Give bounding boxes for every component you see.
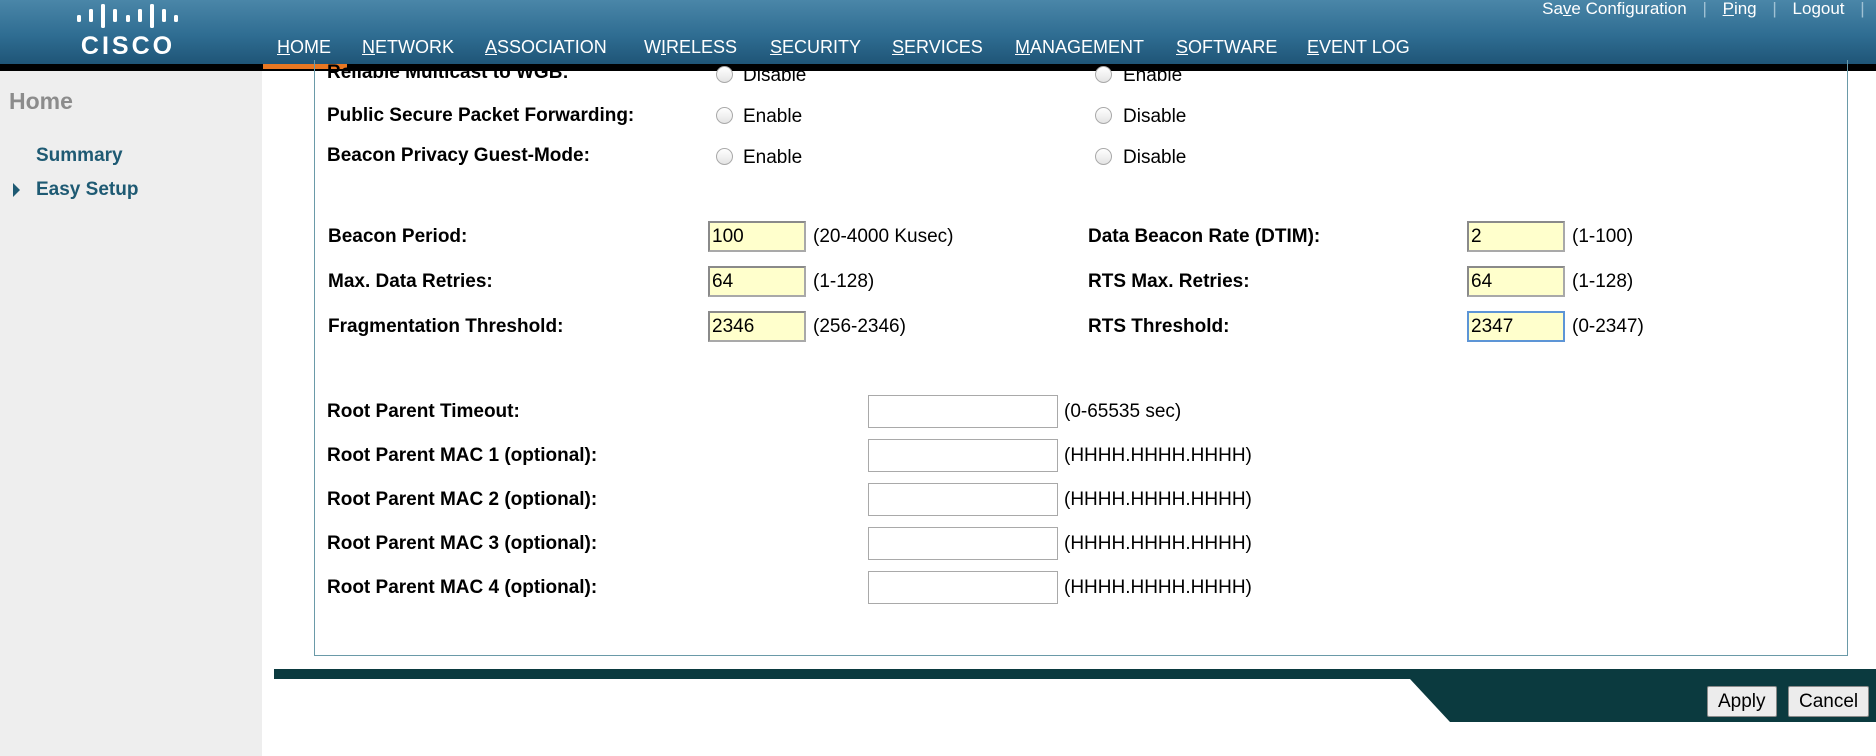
root-parent-mac4-input[interactable] xyxy=(868,571,1058,604)
apply-button[interactable]: Apply xyxy=(1707,686,1777,717)
top-header: CISCO HOME NETWORK ASSOCIATION WIRELESS … xyxy=(0,0,1876,64)
logo-text: CISCO xyxy=(80,32,176,60)
reliable-multicast-label: Reliable Multicast to WGB: xyxy=(327,62,569,83)
reliable-multicast-enable-radio[interactable] xyxy=(1095,66,1112,83)
psp-forwarding-disable-text: Disable xyxy=(1123,106,1187,127)
max-data-retries-input[interactable] xyxy=(708,266,806,297)
dtim-range: (1-100) xyxy=(1572,226,1634,247)
dtim-input[interactable] xyxy=(1467,221,1565,252)
fragmentation-threshold-input[interactable] xyxy=(708,311,806,342)
beacon-privacy-label: Beacon Privacy Guest-Mode: xyxy=(327,145,590,166)
nav-network[interactable]: NETWORK xyxy=(362,37,454,58)
nav-home-rest: OME xyxy=(290,37,332,57)
nav-home[interactable]: HOME xyxy=(277,37,331,58)
logout-link[interactable]: Logout xyxy=(1793,0,1845,18)
nav-management-rest: ANAGEMENT xyxy=(1030,37,1145,57)
root-parent-timeout-label: Root Parent Timeout: xyxy=(327,401,520,422)
sidebar-item-easy-setup[interactable]: Easy Setup xyxy=(36,179,138,201)
utility-links: Save Configuration | Ping | Logout | Ref… xyxy=(1542,0,1876,19)
fragmentation-threshold-range: (256-2346) xyxy=(813,316,906,337)
fragmentation-threshold-label: Fragmentation Threshold: xyxy=(328,316,564,337)
root-parent-mac4-hint: (HHHH.HHHH.HHHH) xyxy=(1064,577,1252,598)
nav-network-key: N xyxy=(362,37,375,57)
cisco-logo: CISCO xyxy=(76,2,180,60)
nav-services[interactable]: SERVICES xyxy=(892,37,983,58)
beacon-privacy-disable-radio[interactable] xyxy=(1095,148,1112,165)
reliable-multicast-disable-text: Disable xyxy=(743,65,807,86)
utility-separator: | xyxy=(1860,0,1865,18)
rts-max-retries-input[interactable] xyxy=(1467,266,1565,297)
nav-services-key: S xyxy=(892,37,905,57)
reliable-multicast-enable-text: Enable xyxy=(1123,65,1183,86)
utility-separator: | xyxy=(1702,0,1707,18)
nav-association[interactable]: ASSOCIATION xyxy=(485,37,607,58)
nav-network-rest: ETWORK xyxy=(375,37,454,57)
rts-threshold-input[interactable] xyxy=(1467,311,1565,342)
nav-security[interactable]: SECURITY xyxy=(770,37,861,58)
nav-wireless-pre: W xyxy=(644,37,661,57)
dtim-label: Data Beacon Rate (DTIM): xyxy=(1088,226,1321,247)
root-parent-mac2-input[interactable] xyxy=(868,483,1058,516)
max-data-retries-range: (1-128) xyxy=(813,271,875,292)
save-configuration-link[interactable]: Save Configuration xyxy=(1542,0,1687,18)
sidebar-item-summary[interactable]: Summary xyxy=(36,145,123,167)
root-parent-mac3-input[interactable] xyxy=(868,527,1058,560)
root-parent-mac1-hint: (HHHH.HHHH.HHHH) xyxy=(1064,445,1252,466)
beacon-period-label: Beacon Period: xyxy=(328,226,468,247)
psp-forwarding-label: Public Secure Packet Forwarding: xyxy=(327,105,635,126)
nav-security-key: S xyxy=(770,37,783,57)
cancel-button[interactable]: Cancel xyxy=(1788,686,1870,717)
beacon-period-input[interactable] xyxy=(708,221,806,252)
rts-threshold-label: RTS Threshold: xyxy=(1088,316,1230,337)
expand-arrow-icon[interactable] xyxy=(13,183,20,197)
max-data-retries-label: Max. Data Retries: xyxy=(328,271,493,292)
psp-forwarding-enable-radio[interactable] xyxy=(716,107,733,124)
nav-event-log-rest: VENT LOG xyxy=(1319,37,1410,57)
root-parent-mac3-label: Root Parent MAC 3 (optional): xyxy=(327,533,598,554)
ping-key: P xyxy=(1722,0,1734,18)
rts-max-retries-label: RTS Max. Retries: xyxy=(1088,271,1250,292)
nav-software-key: S xyxy=(1176,37,1189,57)
nav-management[interactable]: MANAGEMENT xyxy=(1015,37,1144,58)
root-parent-mac4-label: Root Parent MAC 4 (optional): xyxy=(327,577,598,598)
nav-event-log-key: E xyxy=(1307,37,1320,57)
beacon-privacy-enable-text: Enable xyxy=(743,147,803,168)
nav-wireless[interactable]: WIRELESS xyxy=(644,37,737,58)
cisco-bars-icon xyxy=(77,4,178,28)
utility-separator: | xyxy=(1772,0,1777,18)
nav-association-rest: SSOCIATION xyxy=(497,37,607,57)
rts-threshold-range: (0-2347) xyxy=(1572,316,1644,337)
sidebar: Home Summary Easy Setup xyxy=(0,71,262,756)
beacon-privacy-enable-radio[interactable] xyxy=(716,148,733,165)
root-parent-mac2-label: Root Parent MAC 2 (optional): xyxy=(327,489,598,510)
root-parent-mac1-input[interactable] xyxy=(868,439,1058,472)
save-configuration-pre: Sa xyxy=(1542,0,1563,18)
footer-divider xyxy=(274,669,1876,679)
psp-forwarding-disable-radio[interactable] xyxy=(1095,107,1112,124)
rts-max-retries-range: (1-128) xyxy=(1572,271,1634,292)
nav-security-rest: ECURITY xyxy=(782,37,862,57)
nav-management-key: M xyxy=(1015,37,1030,57)
root-parent-timeout-input[interactable] xyxy=(868,395,1058,428)
save-configuration-rest: e Configuration xyxy=(1571,0,1687,18)
beacon-privacy-disable-text: Disable xyxy=(1123,147,1187,168)
root-parent-mac2-hint: (HHHH.HHHH.HHHH) xyxy=(1064,489,1252,510)
nav-home-key: H xyxy=(277,37,290,57)
nav-software-rest: OFTWARE xyxy=(1188,37,1278,57)
ping-rest: ing xyxy=(1733,0,1757,18)
nav-software[interactable]: SOFTWARE xyxy=(1176,37,1277,58)
sidebar-title: Home xyxy=(9,88,73,114)
nav-event-log[interactable]: EVENT LOG xyxy=(1307,37,1410,58)
root-parent-timeout-hint: (0-65535 sec) xyxy=(1064,401,1182,422)
reliable-multicast-disable-radio[interactable] xyxy=(716,66,733,83)
root-parent-mac3-hint: (HHHH.HHHH.HHHH) xyxy=(1064,533,1252,554)
nav-wireless-rest: RELESS xyxy=(666,37,738,57)
root-parent-mac1-label: Root Parent MAC 1 (optional): xyxy=(327,445,598,466)
nav-association-key: A xyxy=(485,37,498,57)
nav-services-rest: ERVICES xyxy=(904,37,983,57)
beacon-period-range: (20-4000 Kusec) xyxy=(813,226,954,247)
psp-forwarding-enable-text: Enable xyxy=(743,106,803,127)
ping-link[interactable]: Ping xyxy=(1723,0,1757,18)
